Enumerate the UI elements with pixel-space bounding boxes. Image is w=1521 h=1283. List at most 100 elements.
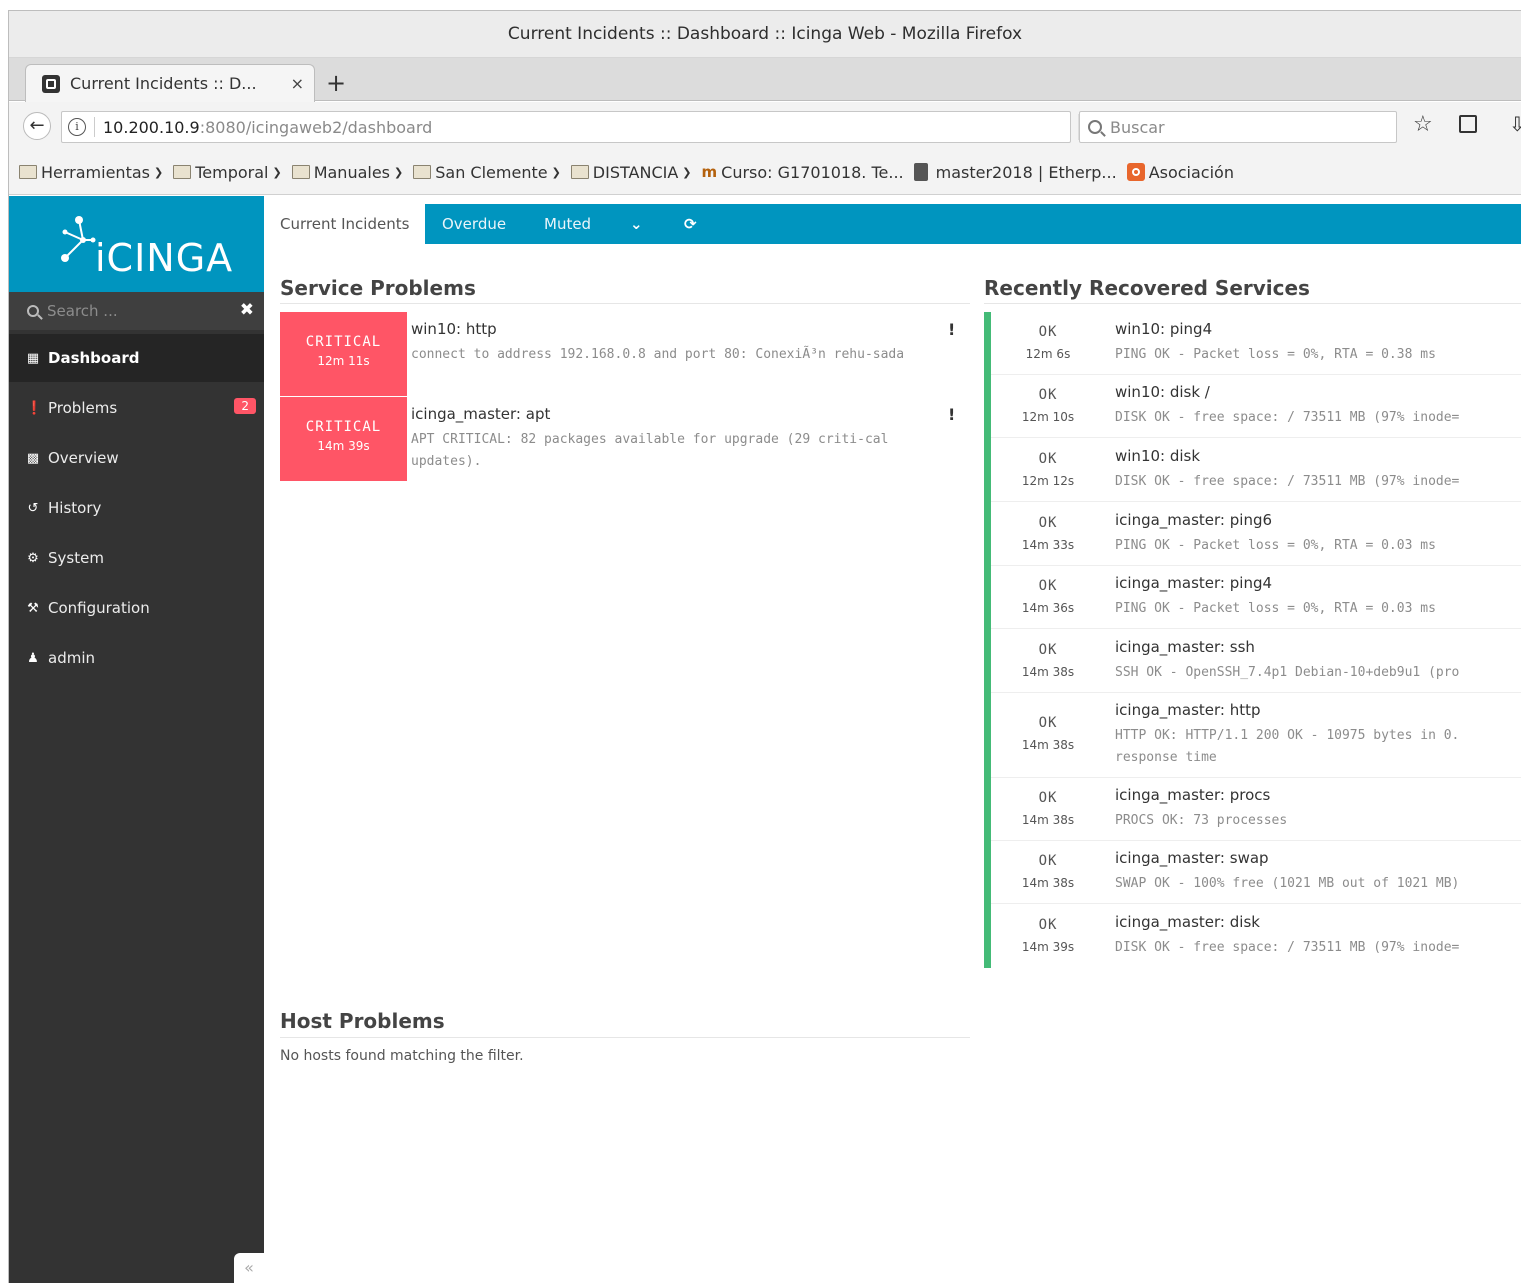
recovered-services-list: OK 12m 6s win10: ping4 PING OK - Packet … bbox=[984, 312, 1521, 968]
service-problems-title[interactable]: Service Problems bbox=[280, 276, 476, 300]
service-title[interactable]: icinga_master: swap bbox=[1115, 849, 1269, 867]
bookmark-folder[interactable]: Temporal ❯ bbox=[173, 163, 282, 182]
sidebar-search-input[interactable]: Search ... ✖ bbox=[9, 292, 264, 330]
icinga-app: iCINGA Search ... ✖ ▦ Dashboard ❗ Proble… bbox=[9, 196, 1521, 1283]
sidebar-item-configuration[interactable]: ⚒ Configuration bbox=[9, 584, 264, 632]
logo-area[interactable]: iCINGA bbox=[9, 196, 264, 292]
service-title[interactable]: icinga_master: disk bbox=[1115, 913, 1260, 931]
list-item[interactable]: OK 14m 38s icinga_master: ssh SSH OK - O… bbox=[991, 630, 1521, 693]
refresh-icon[interactable]: ⟳ bbox=[684, 204, 697, 244]
dashboard-tabs: Current Incidents Overdue Muted ⌄ ⟳ bbox=[264, 204, 1521, 244]
folder-icon bbox=[19, 165, 37, 179]
tab-muted[interactable]: Muted bbox=[544, 204, 591, 244]
sidebar-item-history[interactable]: ↺ History bbox=[9, 484, 264, 532]
browser-tab-label: Current Incidents :: D... bbox=[70, 74, 257, 93]
bookmark-link[interactable]: master2018 | Etherp... bbox=[913, 163, 1117, 182]
association-icon bbox=[1126, 163, 1145, 181]
bookmark-folder[interactable]: Herramientas ❯ bbox=[19, 163, 163, 182]
list-item[interactable]: OK 12m 10s win10: disk / DISK OK - free … bbox=[991, 375, 1521, 438]
folder-icon bbox=[570, 165, 589, 179]
tab-current-incidents[interactable]: Current Incidents bbox=[264, 204, 426, 244]
window-title: Current Incidents :: Dashboard :: Icinga… bbox=[507, 24, 1023, 44]
service-title[interactable]: icinga_master: ping4 bbox=[1115, 574, 1272, 592]
back-button[interactable]: ← bbox=[23, 112, 51, 140]
sidebar: iCINGA Search ... ✖ ▦ Dashboard ❗ Proble… bbox=[9, 196, 264, 1283]
browser-tab-strip: Current Incidents :: D... × + bbox=[9, 58, 1521, 102]
chevron-down-icon[interactable]: ⌄ bbox=[630, 204, 643, 244]
bookmarks-toolbar: Herramientas ❯ Temporal ❯ Manuales ❯ San Cl… bbox=[9, 150, 1521, 195]
state-badge-critical: CRITICAL 14m 39s bbox=[280, 397, 407, 481]
problem-row[interactable]: CRITICAL 12m 11s win10: http ! connect t… bbox=[280, 312, 958, 396]
browser-tab[interactable]: Current Incidents :: D... × bbox=[25, 64, 315, 102]
service-title[interactable]: icinga_master: procs bbox=[1115, 786, 1270, 804]
list-item[interactable]: OK 12m 6s win10: ping4 PING OK - Packet … bbox=[991, 312, 1521, 375]
service-title[interactable]: icinga_master: http bbox=[1115, 701, 1261, 719]
chevron-down-icon: ❯ bbox=[551, 165, 561, 179]
list-item[interactable]: OK 14m 38s icinga_master: http HTTP OK: … bbox=[991, 693, 1521, 778]
browser-search-input[interactable]: Buscar bbox=[1079, 111, 1397, 143]
sidebar-item-overview[interactable]: ▩ Overview bbox=[9, 434, 264, 482]
bookmark-link[interactable]: m Curso: G1701018. Te... bbox=[702, 163, 904, 182]
collapse-sidebar-button[interactable]: « bbox=[234, 1253, 264, 1283]
bookmark-folder[interactable]: DISTANCIA ❯ bbox=[570, 163, 692, 182]
list-item[interactable]: OK 12m 12s win10: disk DISK OK - free sp… bbox=[991, 439, 1521, 502]
list-item[interactable]: OK 14m 38s icinga_master: procs PROCS OK… bbox=[991, 778, 1521, 841]
sidebar-item-problems[interactable]: ❗ Problems 2 bbox=[9, 384, 264, 432]
tab-overdue[interactable]: Overdue bbox=[442, 204, 506, 244]
url-bar[interactable]: i 10.200.10.9:8080/icingaweb2/dashboard … bbox=[61, 111, 1103, 143]
sidebar-item-admin[interactable]: ♟ admin bbox=[9, 634, 264, 682]
new-tab-button[interactable]: + bbox=[321, 68, 351, 98]
folder-icon bbox=[173, 165, 192, 179]
browser-navigation-bar: ← i 10.200.10.9:8080/icingaweb2/dashboar… bbox=[9, 102, 1521, 150]
bookmark-folder[interactable]: San Clemente ❯ bbox=[413, 163, 561, 182]
state-badge-critical: CRITICAL 12m 11s bbox=[280, 312, 407, 396]
url-host: 10.200.10.9 bbox=[103, 117, 200, 137]
host-problems-title[interactable]: Host Problems bbox=[280, 1009, 445, 1033]
problem-service-title[interactable]: icinga_master: apt bbox=[411, 405, 550, 423]
unhandled-flag-icon: ! bbox=[948, 405, 956, 424]
service-title[interactable]: icinga_master: ssh bbox=[1115, 638, 1255, 656]
problem-row[interactable]: CRITICAL 14m 39s icinga_master: apt ! AP… bbox=[280, 397, 958, 481]
folder-icon bbox=[413, 165, 432, 179]
service-title[interactable]: win10: disk / bbox=[1115, 383, 1210, 401]
bookmark-link[interactable]: Asociación bbox=[1126, 163, 1234, 182]
service-title[interactable]: win10: ping4 bbox=[1115, 320, 1212, 338]
site-info-icon[interactable]: i bbox=[68, 118, 86, 136]
list-item[interactable]: OK 14m 38s icinga_master: swap SWAP OK -… bbox=[991, 841, 1521, 904]
bookmark-star-icon[interactable]: ☆ bbox=[1413, 112, 1433, 137]
no-hosts-message: No hosts found matching the filter. bbox=[280, 1048, 524, 1064]
sidebar-search-placeholder: Search ... bbox=[47, 302, 118, 320]
close-icon[interactable]: ✖ bbox=[240, 300, 254, 320]
unhandled-flag-icon: ! bbox=[948, 320, 956, 339]
sidebar-item-dashboard[interactable]: ▦ Dashboard bbox=[9, 334, 264, 382]
problem-output: connect to address 192.168.0.8 and port … bbox=[411, 347, 905, 362]
browser-search-placeholder: Buscar bbox=[1110, 117, 1165, 137]
service-title[interactable]: win10: disk bbox=[1115, 447, 1200, 465]
search-icon bbox=[1088, 120, 1102, 134]
clipboard-icon bbox=[913, 163, 928, 181]
chevron-down-icon: ❯ bbox=[272, 165, 282, 179]
url-path: :8080/icingaweb2/dashboard bbox=[199, 117, 433, 137]
library-icon[interactable] bbox=[1459, 115, 1477, 133]
recovered-services-title[interactable]: Recently Recovered Services bbox=[984, 276, 1310, 300]
user-icon: ♟ bbox=[27, 650, 39, 666]
grid-icon: ▦ bbox=[26, 350, 40, 366]
sidebar-item-system[interactable]: ⚙ System bbox=[9, 534, 264, 582]
list-item[interactable]: OK 14m 39s icinga_master: disk DISK OK -… bbox=[991, 905, 1521, 968]
close-tab-icon[interactable]: × bbox=[291, 74, 304, 93]
download-icon[interactable]: ⇩ bbox=[1509, 112, 1521, 136]
dashboard-main: Current Incidents Overdue Muted ⌄ ⟳ Serv… bbox=[264, 196, 1521, 1283]
problems-count-badge: 2 bbox=[234, 398, 256, 414]
icinga-spark-icon bbox=[61, 216, 96, 262]
alert-circle-icon: ❗ bbox=[26, 400, 43, 416]
logo-text: iCINGA bbox=[95, 236, 234, 280]
chevron-down-icon: ❯ bbox=[153, 165, 164, 179]
icinga-favicon-icon bbox=[42, 74, 60, 93]
problem-service-title[interactable]: win10: http bbox=[411, 320, 497, 338]
service-title[interactable]: icinga_master: ping6 bbox=[1115, 511, 1272, 529]
list-item[interactable]: OK 14m 33s icinga_master: ping6 PING OK … bbox=[991, 503, 1521, 566]
ok-state-bar bbox=[984, 312, 991, 968]
problem-output: APT CRITICAL: 82 packages available for … bbox=[411, 432, 889, 469]
bookmark-folder[interactable]: Manuales ❯ bbox=[291, 163, 403, 182]
list-item[interactable]: OK 14m 36s icinga_master: ping4 PING OK … bbox=[991, 566, 1521, 629]
